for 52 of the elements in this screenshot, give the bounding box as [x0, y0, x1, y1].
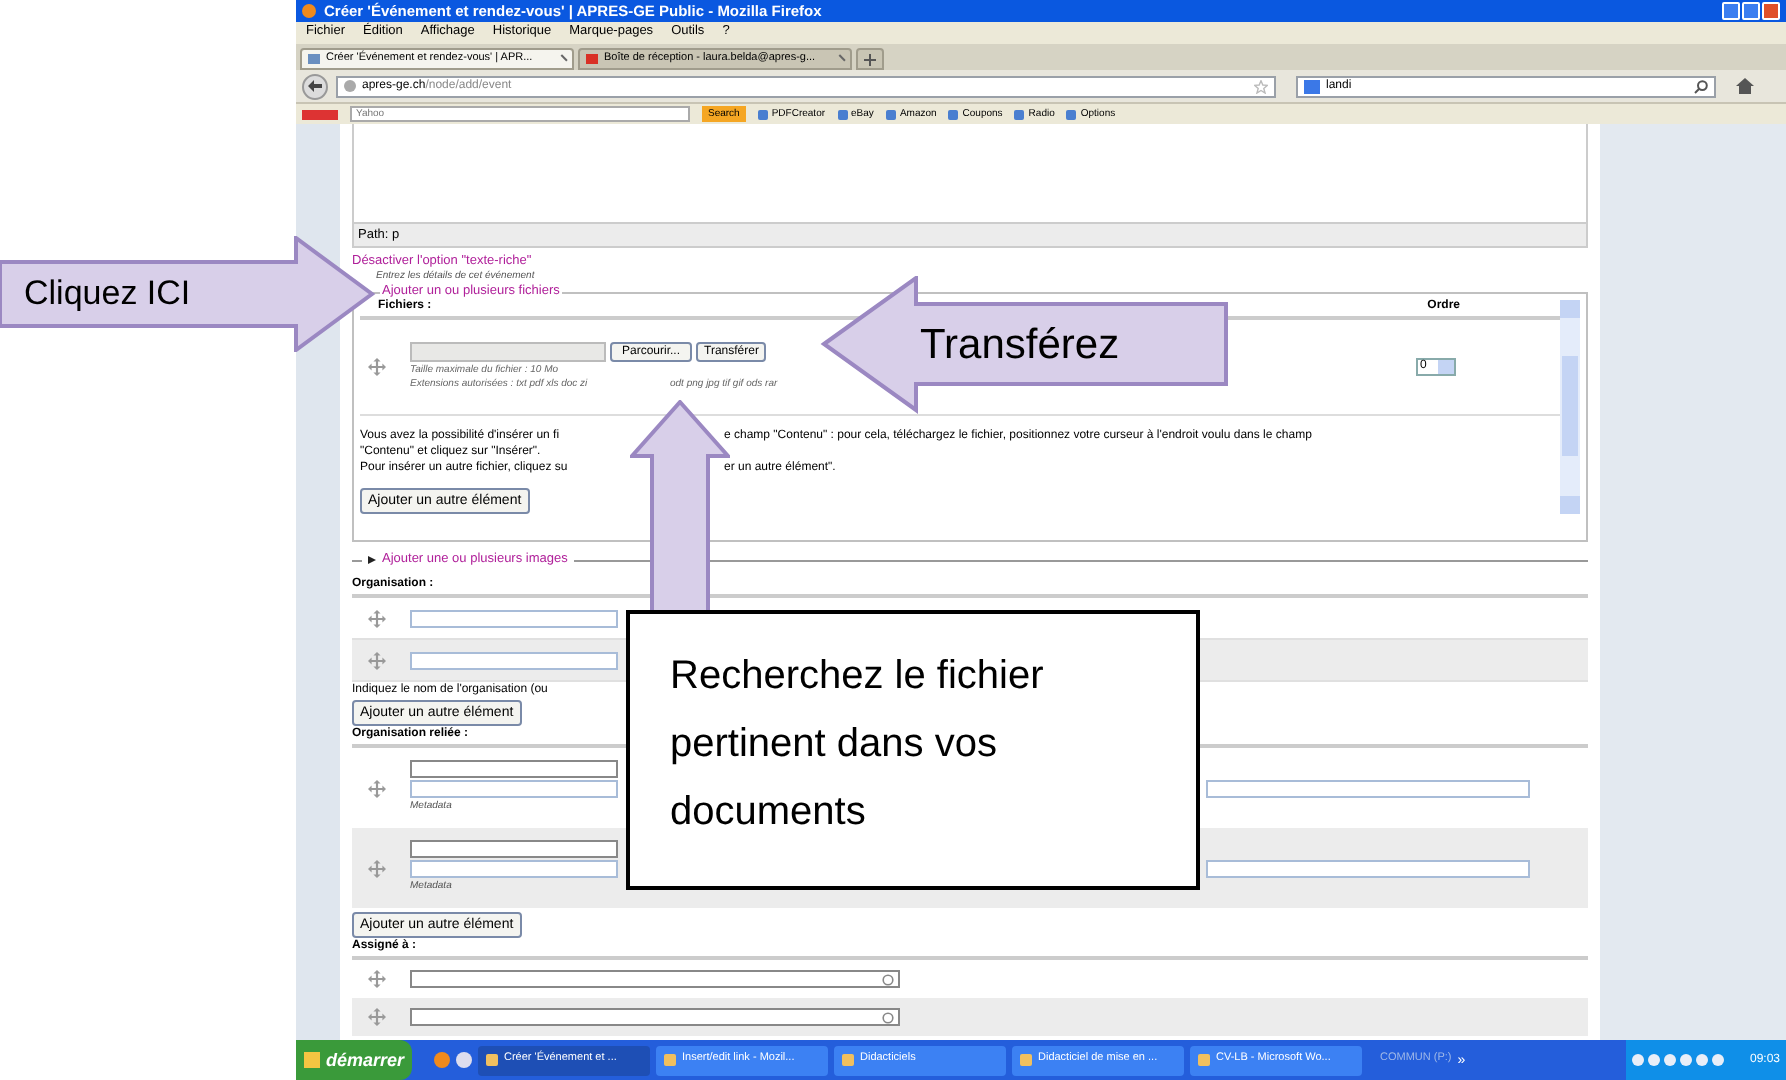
back-button[interactable] [302, 73, 328, 99]
back-arrow-icon [308, 80, 322, 92]
app-icon [486, 1054, 498, 1066]
drag-handle-icon[interactable] [368, 651, 386, 669]
drag-handle-icon[interactable] [368, 779, 386, 797]
text-field[interactable] [410, 780, 618, 799]
close-icon[interactable] [556, 53, 568, 65]
bookmark-icon [1066, 109, 1077, 119]
start-button[interactable]: démarrer [296, 1040, 412, 1080]
drag-handle-icon[interactable] [368, 357, 386, 375]
close-button[interactable] [1762, 2, 1780, 20]
drag-handle-icon[interactable] [368, 859, 386, 877]
callout-label: Cliquez ICI [24, 276, 191, 310]
search-icon[interactable] [1694, 79, 1708, 93]
text-field[interactable] [410, 609, 618, 627]
maximize-button[interactable] [1742, 2, 1760, 20]
close-icon[interactable] [834, 53, 846, 65]
bookmark-icon [885, 109, 896, 119]
drag-handle-icon[interactable] [368, 970, 386, 988]
bookmark-icon [1014, 109, 1025, 119]
home-icon[interactable] [1736, 78, 1754, 94]
scroll-thumb[interactable] [1562, 356, 1578, 456]
callout-label: Transférez [920, 324, 1120, 366]
app-icon [1020, 1054, 1032, 1066]
page-icon [586, 54, 598, 64]
drag-handle-icon[interactable] [368, 609, 386, 627]
autocomplete-field[interactable] [410, 970, 900, 988]
app-icon [842, 1054, 854, 1066]
app-icon [1198, 1054, 1210, 1066]
scrollbar[interactable] [1560, 299, 1580, 513]
file-path-field[interactable] [410, 342, 606, 362]
text-field[interactable] [410, 760, 618, 779]
bookmark-icon [757, 109, 768, 119]
throbber-icon [882, 1011, 894, 1023]
text-field[interactable] [410, 840, 618, 859]
plus-icon [864, 53, 876, 65]
drag-handle-icon[interactable] [368, 1008, 386, 1026]
expand-icon[interactable] [368, 556, 376, 564]
text-field[interactable] [1206, 780, 1530, 799]
new-tab-button[interactable] [856, 48, 884, 70]
page-icon [308, 54, 320, 64]
throbber-icon [882, 973, 894, 985]
bookmark-icon [948, 109, 959, 119]
bookmark-icon [837, 109, 848, 119]
star-icon[interactable] [1254, 79, 1268, 93]
text-field[interactable] [410, 651, 618, 669]
app-icon [664, 1054, 676, 1066]
minimize-button[interactable] [1722, 2, 1740, 20]
text-field[interactable] [410, 860, 618, 879]
autocomplete-field[interactable] [410, 1008, 900, 1026]
text-field[interactable] [1206, 860, 1530, 879]
callout-box: Recherchez le fichier pertinent dans vos documents [626, 610, 1200, 890]
